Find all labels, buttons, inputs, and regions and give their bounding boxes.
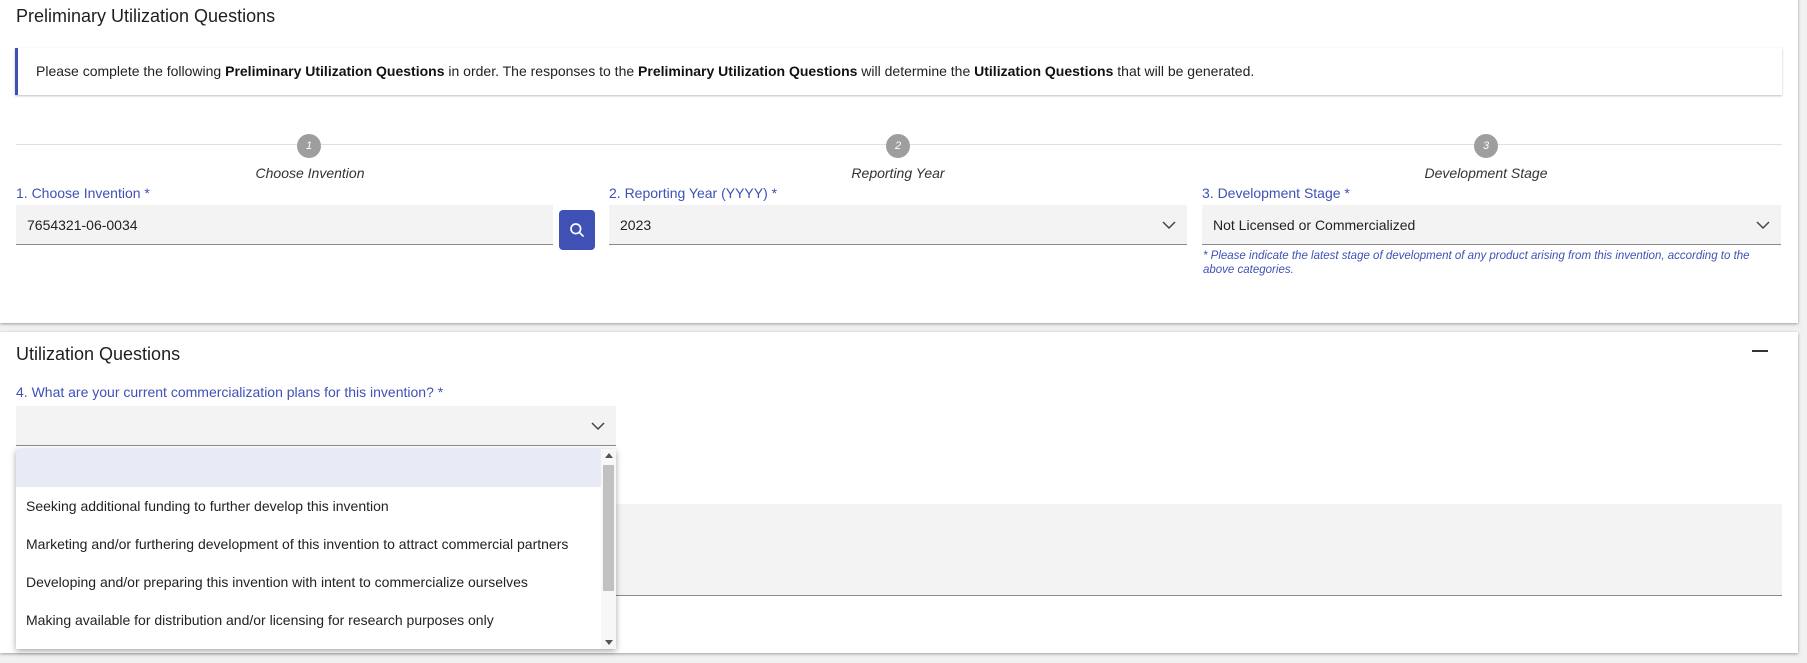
step-1-label: Choose Invention [255, 165, 365, 181]
info-bold-1: Preliminary Utilization Questions [225, 63, 445, 79]
scroll-up-icon[interactable] [605, 453, 613, 458]
reporting-year-label: 2. Reporting Year (YYYY) * [609, 185, 778, 201]
q4-select[interactable] [16, 406, 616, 446]
collapse-icon[interactable] [1752, 350, 1768, 352]
step-1-circle: 1 [297, 134, 321, 158]
step-3-label: Development Stage [1424, 165, 1548, 181]
info-text-3: will determine the [857, 63, 975, 79]
chevron-down-icon [1162, 221, 1176, 230]
text-area-field[interactable] [616, 504, 1782, 596]
dropdown-option[interactable]: Developing and/or preparing this inventi… [16, 563, 601, 601]
q4-label: 4. What are your current commercializati… [16, 384, 444, 400]
scroll-down-icon[interactable] [605, 640, 613, 645]
info-text-4: that will be generated. [1113, 63, 1255, 79]
info-bold-2: Preliminary Utilization Questions [638, 63, 858, 79]
dropdown-option[interactable]: Marketing and/or furthering development … [16, 525, 601, 563]
info-text-2: in order. The responses to the [444, 63, 639, 79]
info-text-1: Please complete the following [36, 63, 226, 79]
dropdown-option[interactable]: Making available for distribution and/or… [16, 601, 601, 639]
chevron-down-icon [1756, 221, 1770, 230]
development-stage-helper: * Please indicate the latest stage of de… [1203, 250, 1750, 276]
preliminary-questions-card: Preliminary Utilization Questions Please… [0, 0, 1798, 323]
step-2-circle: 2 [886, 134, 910, 158]
step-3-circle: 3 [1474, 134, 1498, 158]
utilization-title: Utilization Questions [16, 344, 181, 364]
dropdown-option[interactable]: Seeking additional funding to further de… [16, 487, 601, 525]
search-icon [570, 223, 584, 237]
search-button[interactable] [559, 210, 595, 250]
invention-field[interactable]: 7654321-06-0034 [16, 205, 553, 245]
reporting-year-value: 2023 [620, 217, 652, 233]
step-2-label: Reporting Year [851, 165, 945, 181]
chevron-down-icon [591, 422, 605, 431]
preliminary-title: Preliminary Utilization Questions [16, 6, 276, 26]
dropdown-scrollbar[interactable] [601, 449, 616, 649]
reporting-year-select[interactable]: 2023 [609, 205, 1187, 245]
info-box: Please complete the following Preliminar… [15, 48, 1782, 95]
q4-dropdown-panel: Seeking additional funding to further de… [16, 449, 616, 649]
info-bold-3: Utilization Questions [974, 63, 1114, 79]
invention-label: 1. Choose Invention * [16, 185, 150, 201]
development-stage-label: 3. Development Stage * [1202, 185, 1350, 201]
development-stage-value: Not Licensed or Commercialized [1213, 217, 1416, 233]
dropdown-option[interactable] [16, 449, 601, 487]
development-stage-select[interactable]: Not Licensed or Commercialized [1202, 205, 1781, 245]
scrollbar-thumb[interactable] [603, 465, 614, 591]
